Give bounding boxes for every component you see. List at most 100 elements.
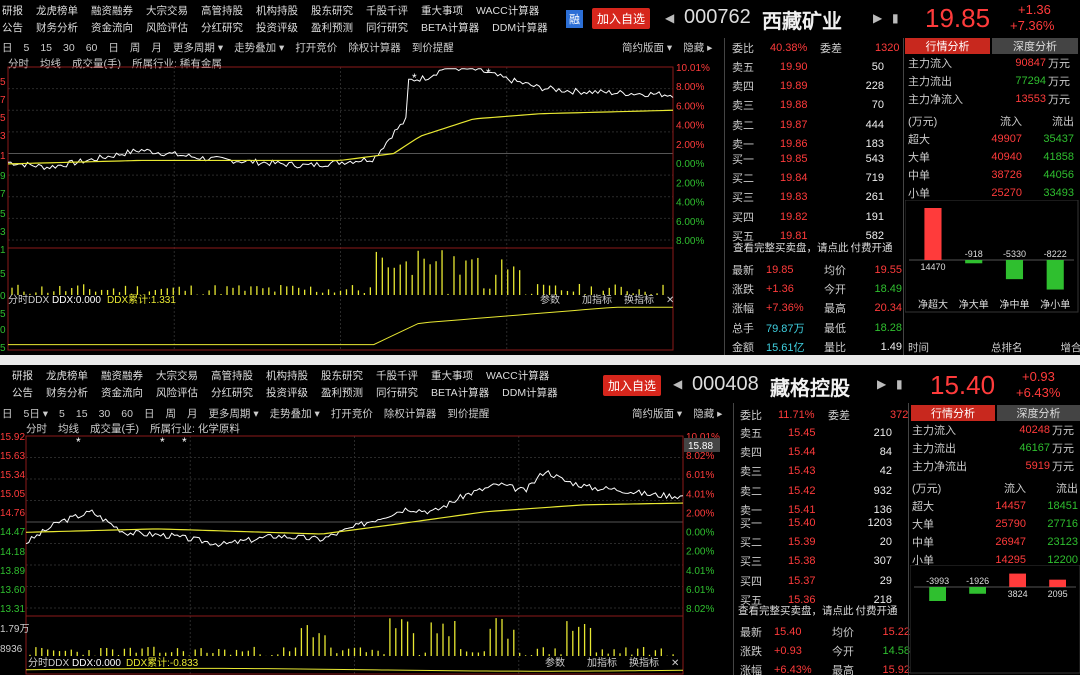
toolbar-item-8[interactable]: 更多周期 ▾ — [173, 40, 223, 55]
stat-row: 涨幅 +6.43% 最高 15.92 — [740, 664, 910, 675]
add-watchlist-button[interactable]: 加入自选 — [592, 8, 651, 29]
toolbar-item-1[interactable]: 5日 ▾ — [24, 406, 49, 421]
options-icon[interactable]: ▮ — [896, 377, 903, 391]
menu-item-4[interactable]: 高管持股 — [201, 3, 243, 18]
toolbar-item-4[interactable]: 30 — [99, 408, 111, 420]
toolbar-item-11[interactable]: 除权计算器 — [348, 40, 401, 55]
menu-item-6[interactable]: 股东研究 — [311, 3, 353, 18]
menu-item-8[interactable]: 重大事项 — [421, 3, 463, 18]
menu-item-7[interactable]: 同行研究 — [366, 20, 408, 35]
toolbar-item-10[interactable]: 走势叠加 ▾ — [270, 406, 320, 421]
net-flow-bar — [929, 587, 946, 601]
menu-item-8[interactable]: BETA计算器 — [431, 385, 489, 400]
toolbar-item-13[interactable]: 到价提醒 — [447, 406, 489, 421]
net-flow-bar — [969, 587, 986, 594]
menu-item-9[interactable]: WACC计算器 — [476, 3, 539, 18]
capital-flow-table-row: 超大 14457 18451 — [912, 500, 1078, 513]
menu-item-9[interactable]: WACC计算器 — [486, 368, 549, 383]
toolbar-item-4[interactable]: 60 — [86, 42, 98, 54]
ddx-value: DDX:0.000 — [72, 658, 121, 669]
menu-item-4[interactable]: 高管持股 — [211, 368, 253, 383]
menu-item-1[interactable]: 龙虎榜单 — [46, 368, 88, 383]
toolbar-item-9[interactable]: 更多周期 ▾ — [208, 406, 258, 421]
menu-item-9[interactable]: DDM计算器 — [492, 20, 547, 35]
toolbar-item-3[interactable]: 15 — [76, 408, 88, 420]
menu-item-4[interactable]: 分红研究 — [211, 385, 253, 400]
next-stock-icon[interactable]: ▶ — [873, 11, 882, 25]
toolbar-item-1[interactable]: 5 — [24, 42, 30, 54]
quote-stats: 最新 15.40 均价 15.22 涨跌 +0.93 今开 14.58 涨幅 +6.43% 最高 15… — [740, 622, 910, 675]
toolbar-item-9[interactable]: 走势叠加 ▾ — [234, 40, 284, 55]
toolbar-right-item-1[interactable]: 隐藏 ▸ — [693, 406, 722, 421]
toolbar-item-8[interactable]: 月 — [187, 406, 198, 421]
menu-item-7[interactable]: 千股千评 — [366, 3, 408, 18]
menu-item-2[interactable]: 资金流向 — [101, 385, 143, 400]
menu-item-5[interactable]: 投资评级 — [266, 385, 308, 400]
toolbar-right-item-0[interactable]: 简约版面 ▾ — [632, 406, 682, 421]
toolbar-item-12[interactable]: 除权计算器 — [384, 406, 437, 421]
left-axis-label: 15.34 — [0, 470, 25, 481]
menu-item-0[interactable]: 研报 — [2, 3, 23, 18]
menu-item-2[interactable]: 融资融券 — [101, 368, 143, 383]
ddx-option-2: 换指标 — [624, 293, 654, 306]
toolbar-item-6[interactable]: 周 — [130, 40, 141, 55]
bottom-tab-0[interactable]: 时间 — [908, 340, 929, 355]
menu-item-0[interactable]: 公告 — [12, 385, 33, 400]
menu-item-9[interactable]: DDM计算器 — [502, 385, 557, 400]
menu-item-3[interactable]: 大宗交易 — [146, 3, 188, 18]
toolbar-item-6[interactable]: 日 — [144, 406, 155, 421]
toolbar-item-5[interactable]: 日 — [108, 40, 119, 55]
add-watchlist-button[interactable]: 加入自选 — [603, 375, 662, 396]
menu-item-6[interactable]: 股东研究 — [321, 368, 363, 383]
menu-item-7[interactable]: 千股千评 — [376, 368, 418, 383]
menu-item-0[interactable]: 公告 — [2, 20, 23, 35]
menu-item-8[interactable]: 重大事项 — [431, 368, 473, 383]
menu-item-4[interactable]: 分红研究 — [201, 20, 243, 35]
menu-item-2[interactable]: 融资融券 — [91, 3, 133, 18]
toolbar-item-0[interactable]: 日 — [2, 406, 13, 421]
toolbar-item-10[interactable]: 打开竞价 — [295, 40, 337, 55]
view-full-orders-link[interactable]: 查看完整买卖盘，请点此 付费开通 — [733, 240, 893, 255]
toolbar-item-2[interactable]: 15 — [40, 42, 52, 54]
left-axis-label: 7 — [0, 189, 6, 200]
tab-depth-analysis[interactable]: 深度分析 — [992, 38, 1078, 54]
menu-item-3[interactable]: 风险评估 — [156, 385, 198, 400]
toolbar-item-3[interactable]: 30 — [63, 42, 75, 54]
menu-item-3[interactable]: 风险评估 — [146, 20, 188, 35]
toolbar-right-item-1[interactable]: 隐藏 ▸ — [683, 40, 712, 55]
toolbar-item-11[interactable]: 打开竞价 — [331, 406, 373, 421]
toolbar-item-7[interactable]: 月 — [151, 40, 162, 55]
menu-item-5[interactable]: 投资评级 — [256, 20, 298, 35]
menu-item-3[interactable]: 大宗交易 — [156, 368, 198, 383]
bottom-tab-1[interactable]: 总排名 — [991, 340, 1023, 355]
menu-item-5[interactable]: 机构持股 — [256, 3, 298, 18]
margin-trading-badge[interactable]: 融 — [566, 10, 583, 28]
menu-item-1[interactable]: 龙虎榜单 — [36, 3, 78, 18]
menu-item-7[interactable]: 同行研究 — [376, 385, 418, 400]
next-stock-icon[interactable]: ▶ — [877, 377, 886, 391]
menu-item-6[interactable]: 盈利预测 — [311, 20, 353, 35]
toolbar-right-item-0[interactable]: 简约版面 ▾ — [622, 40, 672, 55]
menu-item-5[interactable]: 机构持股 — [266, 368, 308, 383]
toolbar-item-12[interactable]: 到价提醒 — [412, 40, 454, 55]
bottom-tab-2[interactable]: 增合达 — [1061, 340, 1080, 355]
view-full-orders-link[interactable]: 查看完整买卖盘，请点此 付费开通 — [738, 603, 898, 618]
toolbar-item-2[interactable]: 5 — [59, 408, 65, 420]
toolbar-item-0[interactable]: 日 — [2, 40, 13, 55]
tab-depth-analysis[interactable]: 深度分析 — [997, 405, 1080, 421]
left-axis-label: 5 — [0, 113, 6, 124]
menu-item-1[interactable]: 财务分析 — [46, 385, 88, 400]
menu-item-1[interactable]: 财务分析 — [36, 20, 78, 35]
options-icon[interactable]: ▮ — [892, 11, 899, 25]
menu-item-8[interactable]: BETA计算器 — [421, 20, 479, 35]
toolbar-item-7[interactable]: 周 — [165, 406, 176, 421]
menu-item-6[interactable]: 盈利预测 — [321, 385, 363, 400]
sell-orders: 卖五 15.45 210 卖四 15.44 84 卖三 15.43 42 卖二 15.42 932 卖一… — [740, 423, 900, 520]
prev-stock-icon[interactable]: ◀ — [673, 377, 682, 391]
tab-market-analysis[interactable]: 行情分析 — [905, 38, 990, 54]
menu-item-0[interactable]: 研报 — [12, 368, 33, 383]
toolbar-item-5[interactable]: 60 — [121, 408, 133, 420]
prev-stock-icon[interactable]: ◀ — [665, 11, 674, 25]
tab-market-analysis[interactable]: 行情分析 — [911, 405, 995, 421]
menu-item-2[interactable]: 资金流向 — [91, 20, 133, 35]
